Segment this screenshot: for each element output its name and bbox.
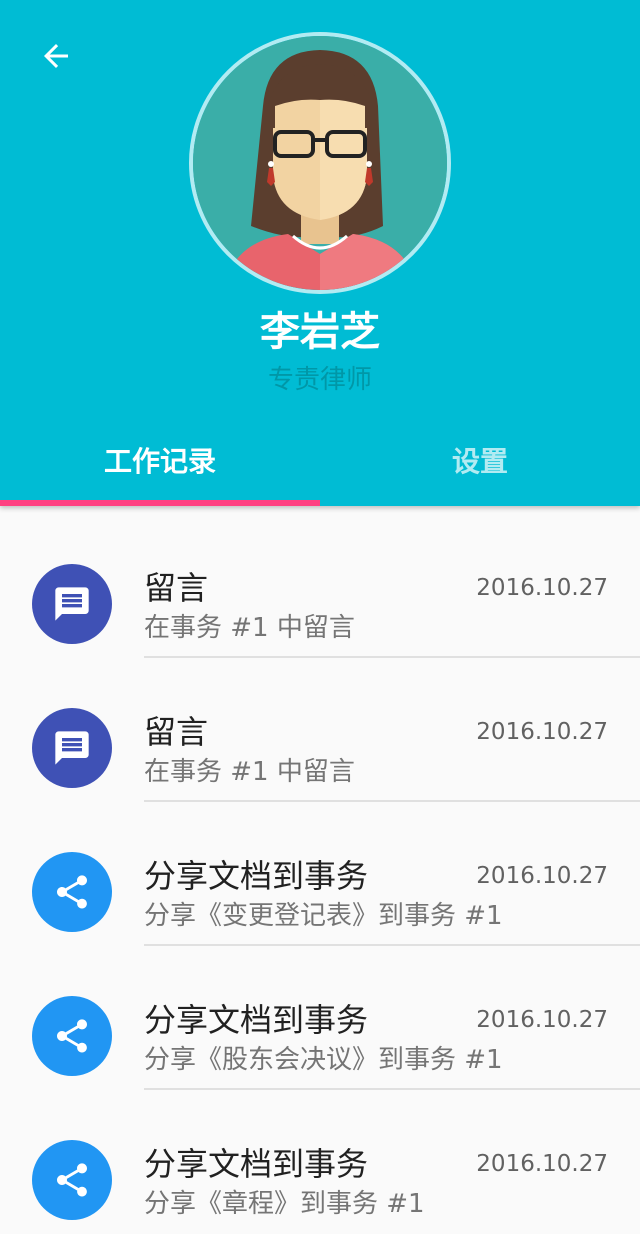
item-subtitle: 在事务 #1 中留言 — [144, 613, 355, 643]
avatar-illustration — [193, 36, 447, 290]
item-date: 2016.10.27 — [476, 1007, 608, 1033]
item-subtitle: 分享《变更登记表》到事务 #1 — [144, 901, 503, 931]
tab-label: 工作记录 — [103, 445, 216, 478]
item-date: 2016.10.27 — [476, 863, 608, 889]
list-item[interactable]: 分享文档到事务 分享《变更登记表》到事务 #1 2016.10.27 — [0, 802, 640, 946]
item-subtitle: 分享《股东会决议》到事务 #1 — [144, 1045, 503, 1075]
arrow-back-icon — [44, 44, 68, 68]
item-title: 分享文档到事务 — [144, 857, 369, 895]
profile-header: 李岩芝 专责律师 工作记录 设置 — [0, 0, 640, 506]
item-subtitle: 分享《章程》到事务 #1 — [144, 1189, 425, 1219]
share-icon — [32, 996, 112, 1076]
item-date: 2016.10.27 — [476, 1151, 608, 1177]
tab-settings[interactable]: 设置 — [320, 414, 640, 506]
avatar — [189, 32, 451, 294]
list-item[interactable]: 分享文档到事务 分享《股东会决议》到事务 #1 2016.10.27 — [0, 946, 640, 1090]
work-record-list: 留言 在事务 #1 中留言 2016.10.27 留言 在事务 #1 中留言 2… — [0, 514, 640, 1234]
item-title: 分享文档到事务 — [144, 1001, 369, 1039]
item-subtitle: 在事务 #1 中留言 — [144, 757, 355, 787]
tab-label: 设置 — [451, 445, 508, 478]
tab-work-records[interactable]: 工作记录 — [0, 414, 320, 506]
list-item[interactable]: 分享文档到事务 分享《章程》到事务 #1 2016.10.27 — [0, 1090, 640, 1234]
share-icon — [32, 1140, 112, 1220]
list-item[interactable]: 留言 在事务 #1 中留言 2016.10.27 — [0, 514, 640, 658]
list-item[interactable]: 留言 在事务 #1 中留言 2016.10.27 — [0, 658, 640, 802]
tab-indicator — [0, 500, 320, 506]
item-date: 2016.10.27 — [476, 575, 608, 601]
item-title: 分享文档到事务 — [144, 1145, 369, 1183]
item-title: 留言 — [144, 569, 209, 607]
item-title: 留言 — [144, 713, 209, 751]
share-icon — [32, 852, 112, 932]
back-button[interactable] — [32, 32, 80, 80]
tab-bar: 工作记录 设置 — [0, 414, 640, 506]
item-date: 2016.10.27 — [476, 719, 608, 745]
message-icon — [32, 708, 112, 788]
profile-name: 李岩芝 — [260, 309, 380, 355]
profile-title: 专责律师 — [267, 365, 372, 395]
message-icon — [32, 564, 112, 644]
